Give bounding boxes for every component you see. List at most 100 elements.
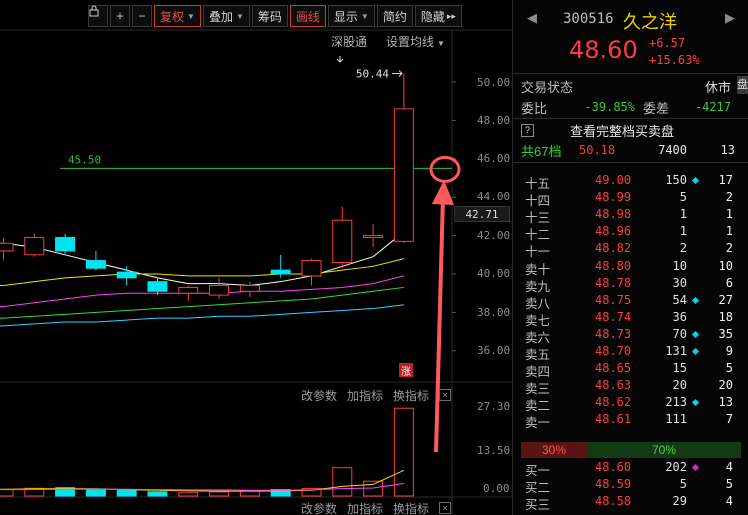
bid-row[interactable]: 买二 48.59 5 5 bbox=[521, 476, 745, 495]
ask-row[interactable]: 卖十 48.80 10 10 bbox=[521, 258, 745, 277]
bid-price: 48.59 bbox=[595, 477, 632, 492]
next-stock-arrow-icon[interactable]: ▶ bbox=[725, 10, 735, 26]
chips-button[interactable]: 筹码 bbox=[251, 5, 288, 27]
volume-bar bbox=[209, 491, 230, 497]
ask-row[interactable]: 十四 48.99 5 2 bbox=[521, 189, 745, 208]
zoom-out-button[interactable]: − bbox=[132, 5, 152, 27]
ask-order-count: 1 bbox=[725, 224, 733, 239]
ask-row[interactable]: 卖四 48.65 15 5 bbox=[521, 360, 745, 379]
volume-bar bbox=[0, 489, 14, 497]
edit-params-button[interactable]: 改参数 bbox=[301, 387, 337, 404]
bid-price: 48.58 bbox=[595, 494, 632, 509]
candle-body bbox=[301, 260, 322, 277]
ask-price: 48.74 bbox=[595, 309, 632, 324]
volume-axis-tick: 27.30 bbox=[477, 400, 511, 413]
ask-order-count: 5 bbox=[725, 361, 733, 376]
order-marker-icon bbox=[691, 463, 700, 472]
draw-line-button[interactable]: 画线 bbox=[289, 5, 326, 27]
ask-row[interactable]: 卖八 48.75 54 27 bbox=[521, 292, 745, 311]
full-book-link[interactable]: 查看完整档买卖盘 bbox=[570, 121, 674, 140]
annotation-arrow-head bbox=[432, 180, 454, 205]
chart-toolbar: + − 复权 ▼ 叠加 ▼ 筹码 画线 显示 ▼ 简约 隐藏 ▸▸ bbox=[88, 5, 464, 27]
current-price-marker: 42.71 bbox=[454, 206, 510, 222]
price-change-pct: +15.63% bbox=[649, 53, 700, 67]
ask-volume: 150 bbox=[665, 173, 687, 187]
order-marker-icon bbox=[691, 347, 700, 356]
side-tab-pankou[interactable]: 盘 bbox=[737, 76, 748, 94]
bid-level-label: 买三 bbox=[525, 498, 551, 513]
bid-volume: 29 bbox=[672, 494, 687, 509]
bid-volume: 202 bbox=[665, 460, 687, 474]
volume-axis-tick: 13.50 bbox=[477, 444, 511, 457]
candle-body bbox=[0, 242, 14, 252]
ask-order-count: 2 bbox=[725, 241, 733, 256]
order-diff-value: -4217 bbox=[694, 100, 731, 114]
candle-body bbox=[55, 237, 76, 252]
price-axis-tick: 44.00 bbox=[477, 190, 511, 203]
ask-price: 48.78 bbox=[595, 275, 632, 290]
ask-price: 48.73 bbox=[595, 326, 632, 341]
price-axis-tick: 40.00 bbox=[477, 267, 511, 280]
candle-body bbox=[147, 281, 168, 292]
display-button[interactable]: 显示 ▼ bbox=[327, 5, 375, 27]
ask-row[interactable]: 十三 48.98 1 1 bbox=[521, 206, 745, 225]
add-indicator-button-2[interactable]: 加指标 bbox=[347, 500, 383, 515]
kline-chart-canvas[interactable]: 45.50 50.44 bbox=[0, 0, 512, 515]
ask-row[interactable]: 卖三 48.63 20 20 bbox=[521, 377, 745, 396]
fuquan-button[interactable]: 复权 ▼ bbox=[154, 5, 201, 27]
ask-price: 48.61 bbox=[595, 412, 632, 427]
ask-order-count: 7 bbox=[725, 412, 733, 427]
order-diff-label: 委差 bbox=[643, 100, 670, 116]
price-change: +6.57 bbox=[649, 36, 686, 50]
ask-row[interactable]: 卖六 48.73 70 35 bbox=[521, 326, 745, 345]
add-indicator-button[interactable]: 加指标 bbox=[347, 387, 383, 404]
ask-row[interactable]: 卖二 48.62 213 13 bbox=[521, 394, 745, 413]
ask-row[interactable]: 卖五 48.70 131 9 bbox=[521, 343, 745, 362]
order-ratio-value: -39.85% bbox=[584, 100, 635, 114]
price-axis-tick: 38.00 bbox=[477, 306, 511, 319]
zoom-in-button[interactable]: + bbox=[110, 5, 130, 27]
prev-stock-arrow-icon[interactable]: ◀ bbox=[527, 10, 537, 26]
lock-icon[interactable] bbox=[88, 5, 108, 27]
exchange-link[interactable]: 深股通 bbox=[331, 33, 367, 50]
bid-row[interactable]: 买一 48.60 202 4 bbox=[521, 459, 745, 478]
edit-params-button-2[interactable]: 改参数 bbox=[301, 500, 337, 515]
chevron-down-icon: ▼ bbox=[235, 11, 244, 21]
order-ratio-row: 委比 -39.85% 委差 -4217 bbox=[521, 97, 737, 117]
help-icon: ? bbox=[521, 123, 534, 137]
order-marker-icon bbox=[691, 296, 700, 304]
ask-price: 48.82 bbox=[595, 241, 632, 256]
candle-body bbox=[178, 286, 199, 294]
ask-row[interactable]: 卖七 48.74 36 18 bbox=[521, 309, 745, 328]
kline-chart-panel[interactable]: 45.50 50.44 + − 复权 ▼ 叠加 ▼ 筹码 画线 显示 ▼ 简约 隐藏 ▸▸… bbox=[0, 0, 512, 515]
trade-status-row: 交易状态 休市 bbox=[521, 76, 737, 96]
ask-volume: 36 bbox=[672, 309, 687, 324]
ma-setting-button[interactable]: 设置均线 ▼ bbox=[386, 33, 445, 50]
ask-row[interactable]: 卖九 48.78 30 6 bbox=[521, 275, 745, 294]
hide-button[interactable]: 隐藏 ▸▸ bbox=[414, 5, 462, 27]
drawn-hline-label: 45.50 bbox=[68, 153, 101, 166]
candle-body bbox=[393, 108, 414, 242]
ma-line-3 bbox=[0, 286, 404, 319]
order-marker-icon bbox=[691, 330, 700, 338]
full-book-row[interactable]: ? 查看完整档买卖盘 bbox=[521, 120, 737, 140]
buy-ratio: 30% bbox=[521, 442, 587, 458]
bid-order-count: 4 bbox=[725, 460, 733, 474]
simple-button[interactable]: 简约 bbox=[376, 5, 413, 27]
bid-row[interactable]: 买三 48.58 29 4 bbox=[521, 493, 745, 513]
switch-indicator-button[interactable]: 换指标 bbox=[393, 387, 429, 404]
ask-price: 48.63 bbox=[595, 378, 632, 393]
close-icon[interactable]: × bbox=[439, 502, 451, 514]
switch-indicator-button-2[interactable]: 换指标 bbox=[393, 500, 429, 515]
divider bbox=[513, 73, 748, 74]
ask-row[interactable]: 十二 48.96 1 1 bbox=[521, 223, 745, 242]
overlay-button[interactable]: 叠加 ▼ bbox=[202, 5, 250, 27]
ask-price: 48.96 bbox=[595, 224, 632, 239]
close-icon[interactable]: × bbox=[439, 389, 451, 401]
ask-row[interactable]: 卖一 48.61 111 7 bbox=[521, 411, 745, 430]
ask-price: 48.65 bbox=[595, 361, 632, 376]
ask-row[interactable]: 十五 49.00 150 17 bbox=[521, 172, 745, 191]
ask-row[interactable]: 十一 48.82 2 2 bbox=[521, 240, 745, 259]
annotation-circle bbox=[429, 155, 461, 183]
ask-price: 48.98 bbox=[595, 207, 632, 222]
